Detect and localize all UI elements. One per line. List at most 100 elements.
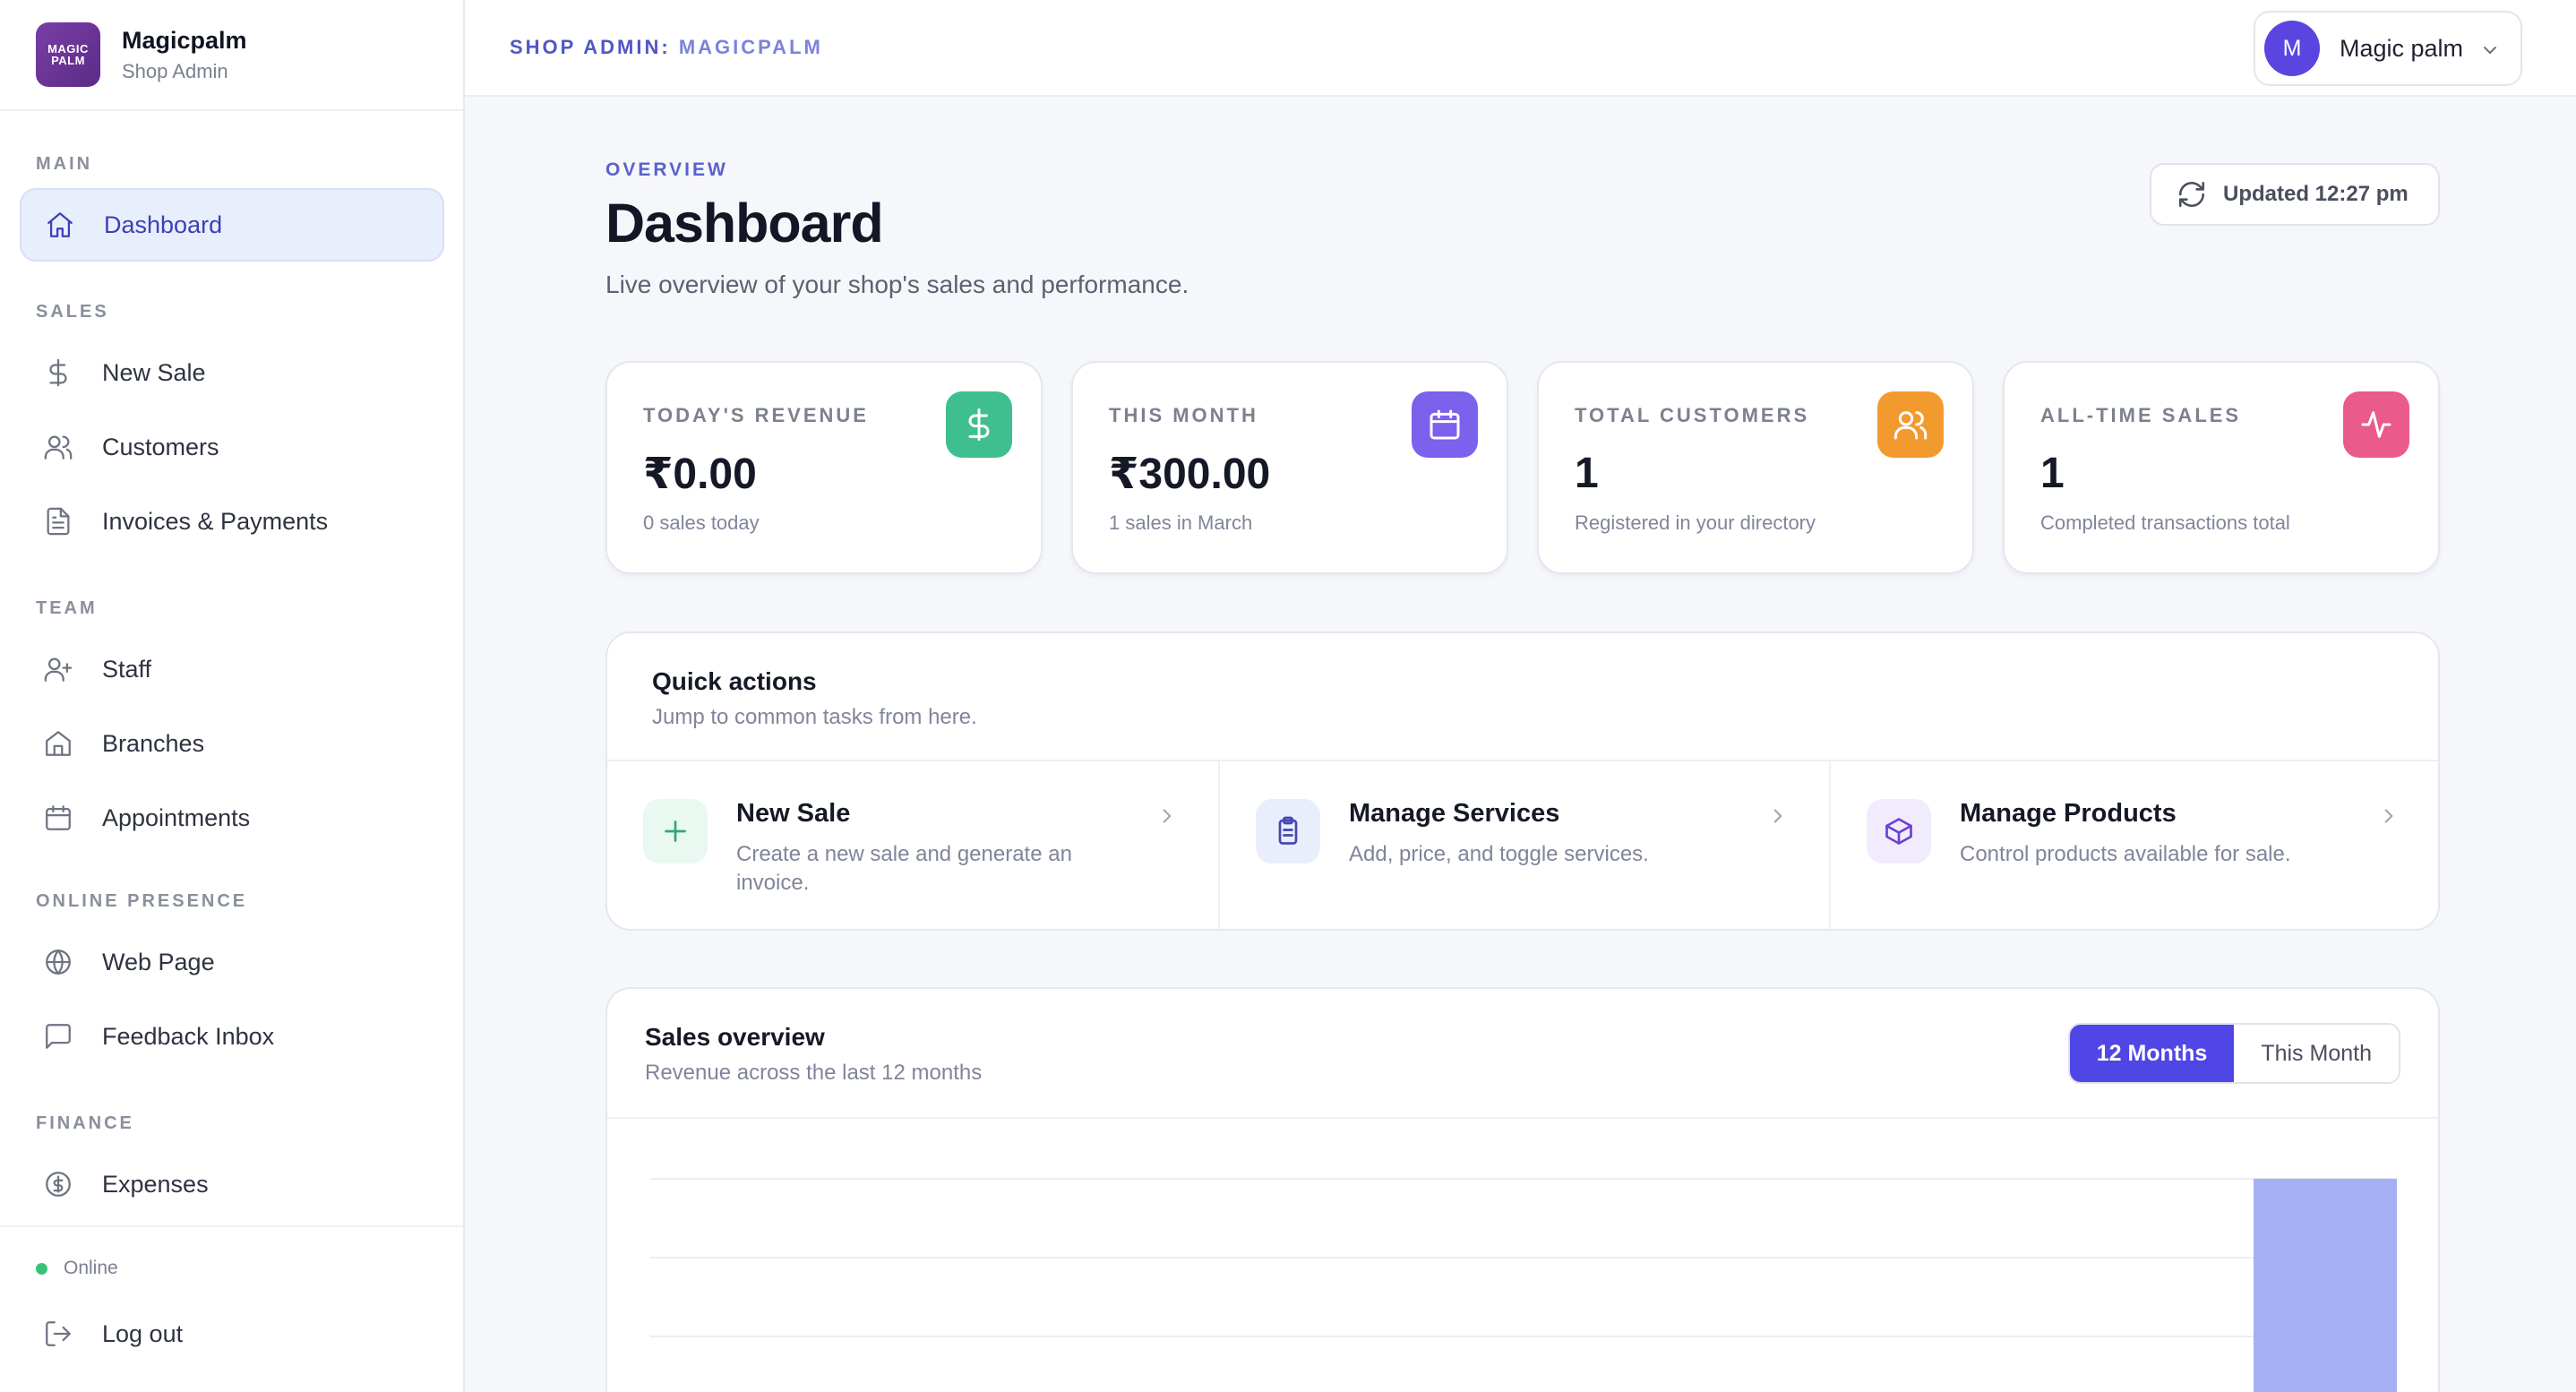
activity-icon bbox=[2361, 411, 2391, 438]
period-toggle: 12 Months This Month bbox=[2067, 1023, 2400, 1084]
chevron-down-icon bbox=[2484, 47, 2496, 54]
breadcrumb-shop: MAGICPALM bbox=[678, 36, 823, 58]
sidebar-item-label: Customers bbox=[102, 433, 219, 460]
user-plus-icon bbox=[44, 657, 73, 682]
refresh-icon bbox=[2178, 181, 2205, 208]
brand[interactable]: MAGIC PALM Magicpalm Shop Admin bbox=[36, 21, 247, 88]
divider bbox=[0, 1225, 463, 1227]
logout-icon bbox=[46, 1321, 71, 1346]
avatar: M bbox=[2264, 21, 2320, 76]
online-status: Online bbox=[36, 1258, 118, 1279]
sidebar: MAGIC PALM Magicpalm Shop Admin MAIN Dash… bbox=[0, 0, 465, 1392]
breadcrumb: SHOP ADMIN: MAGICPALM bbox=[510, 36, 823, 59]
stat-card: TODAY'S REVENUE ₹0.00 0 sales today bbox=[605, 361, 1043, 574]
page-subtitle: Live overview of your shop's sales and p… bbox=[605, 271, 1189, 298]
sidebar-item-label: Branches bbox=[102, 729, 205, 757]
stat-label: TODAY'S REVENUE bbox=[643, 404, 869, 426]
stat-card: TOTAL CUSTOMERS 1 Registered in your direc… bbox=[1537, 361, 1974, 574]
stat-note: Registered in your directory bbox=[1575, 511, 1816, 534]
stat-value: ₹300.00 bbox=[1109, 451, 1271, 498]
stat-icon-badge bbox=[946, 391, 1012, 458]
chevron-right-icon bbox=[2384, 809, 2393, 823]
quick-action-icon-badge bbox=[1867, 799, 1931, 864]
sidebar-item-feedback-inbox[interactable]: Feedback Inbox bbox=[20, 1000, 444, 1073]
dollar-icon bbox=[968, 408, 990, 442]
sidebar-item-label: Feedback Inbox bbox=[102, 1022, 275, 1050]
globe-icon bbox=[46, 949, 71, 975]
sidebar-item-expenses[interactable]: Expenses bbox=[20, 1147, 444, 1221]
stat-value: 1 bbox=[2040, 450, 2065, 497]
sidebar-item-new-sale[interactable]: New Sale bbox=[20, 336, 444, 409]
nav-section-title: MAIN bbox=[36, 154, 93, 174]
chevron-right-icon bbox=[1773, 809, 1782, 823]
sidebar-item-label: Invoices & Payments bbox=[102, 507, 329, 535]
stat-icon-badge bbox=[1412, 391, 1478, 458]
logout-button[interactable]: Log out bbox=[20, 1297, 444, 1371]
page-overline: OVERVIEW bbox=[605, 159, 728, 180]
calendar-icon bbox=[46, 805, 71, 830]
stat-label: THIS MONTH bbox=[1109, 404, 1258, 426]
sidebar-item-label: Appointments bbox=[102, 803, 251, 831]
nav-section-title: SALES bbox=[36, 302, 109, 322]
quick-action-desc: Control products available for sale. bbox=[1960, 842, 2291, 866]
brand-subtitle: Shop Admin bbox=[122, 59, 228, 82]
stat-card: THIS MONTH ₹300.00 1 sales in March bbox=[1071, 361, 1508, 574]
sales-overview-card: Sales overview Revenue across the last 1… bbox=[605, 987, 2440, 1392]
sidebar-item-label: Web Page bbox=[102, 948, 215, 975]
breadcrumb-prefix: SHOP ADMIN: bbox=[510, 36, 671, 58]
sales-subtitle: Revenue across the last 12 months bbox=[645, 1061, 983, 1085]
quick-action-manage-products[interactable]: Manage Products Control products availabl… bbox=[1829, 761, 2440, 929]
quick-actions-title: Quick actions bbox=[652, 667, 817, 695]
clipboard-icon bbox=[1278, 816, 1298, 845]
sidebar-item-dashboard[interactable]: Dashboard bbox=[20, 188, 444, 262]
toggle-this-month[interactable]: This Month bbox=[2234, 1025, 2399, 1082]
sidebar-item-label: New Sale bbox=[102, 358, 206, 386]
refresh-button[interactable]: Updated 12:27 pm bbox=[2150, 163, 2440, 226]
user-menu-button[interactable]: M Magic palm bbox=[2254, 11, 2522, 86]
sidebar-item-staff[interactable]: Staff bbox=[20, 632, 444, 706]
users-icon bbox=[1893, 411, 1928, 440]
sidebar-item-branches[interactable]: Branches bbox=[20, 707, 444, 780]
chart-bar[interactable] bbox=[2254, 1179, 2397, 1392]
stat-value: 1 bbox=[1575, 450, 1599, 497]
stat-note: Completed transactions total bbox=[2040, 511, 2290, 534]
sales-title: Sales overview bbox=[645, 1023, 825, 1051]
sidebar-item-label: Dashboard bbox=[104, 211, 223, 238]
sidebar-item-label: Staff bbox=[102, 655, 152, 683]
sidebar-item-invoices-payments[interactable]: Invoices & Payments bbox=[20, 485, 444, 558]
quick-action-name: New Sale bbox=[736, 799, 851, 828]
stat-card: ALL-TIME SALES 1 Completed transactions to… bbox=[2003, 361, 2440, 574]
calendar-icon bbox=[1430, 409, 1460, 440]
users-icon bbox=[44, 435, 73, 460]
nav-section-title: ONLINE PRESENCE bbox=[36, 891, 248, 911]
sales-chart bbox=[650, 1178, 2397, 1392]
quick-action-desc: Add, price, and toggle services. bbox=[1349, 842, 1649, 866]
status-dot-icon bbox=[36, 1262, 47, 1275]
stat-note: 0 sales today bbox=[643, 511, 760, 534]
chevron-right-icon bbox=[1163, 809, 1172, 823]
sidebar-item-customers[interactable]: Customers bbox=[20, 410, 444, 484]
stat-label: ALL-TIME SALES bbox=[2040, 404, 2242, 426]
message-icon bbox=[46, 1024, 71, 1049]
quick-action-name: Manage Services bbox=[1349, 799, 1560, 828]
quick-action-new-sale[interactable]: New Sale Create a new sale and generate a… bbox=[607, 761, 1218, 929]
divider bbox=[0, 109, 463, 111]
quick-actions-card: Quick actions Jump to common tasks from … bbox=[605, 632, 2440, 931]
quick-action-name: Manage Products bbox=[1960, 799, 2177, 828]
status-label: Online bbox=[64, 1258, 118, 1278]
page-title: Dashboard bbox=[605, 193, 884, 253]
nav-section-title: TEAM bbox=[36, 598, 98, 618]
building-icon bbox=[46, 731, 71, 756]
nav-section-title: FINANCE bbox=[36, 1113, 134, 1133]
sidebar-item-web-page[interactable]: Web Page bbox=[20, 925, 444, 999]
user-name: Magic palm bbox=[2340, 34, 2464, 62]
updated-label: Updated 12:27 pm bbox=[2223, 182, 2409, 206]
sidebar-item-appointments[interactable]: Appointments bbox=[20, 781, 444, 855]
topbar: SHOP ADMIN: MAGICPALM M Magic palm bbox=[465, 0, 2576, 97]
quick-action-manage-services[interactable]: Manage Services Add, price, and toggle se… bbox=[1218, 761, 1829, 929]
quick-action-icon-badge bbox=[643, 799, 708, 864]
stat-label: TOTAL CUSTOMERS bbox=[1575, 404, 1810, 426]
toggle-12-months[interactable]: 12 Months bbox=[2069, 1025, 2235, 1082]
dollar-icon bbox=[49, 358, 67, 387]
brand-name: Magicpalm bbox=[122, 26, 247, 54]
